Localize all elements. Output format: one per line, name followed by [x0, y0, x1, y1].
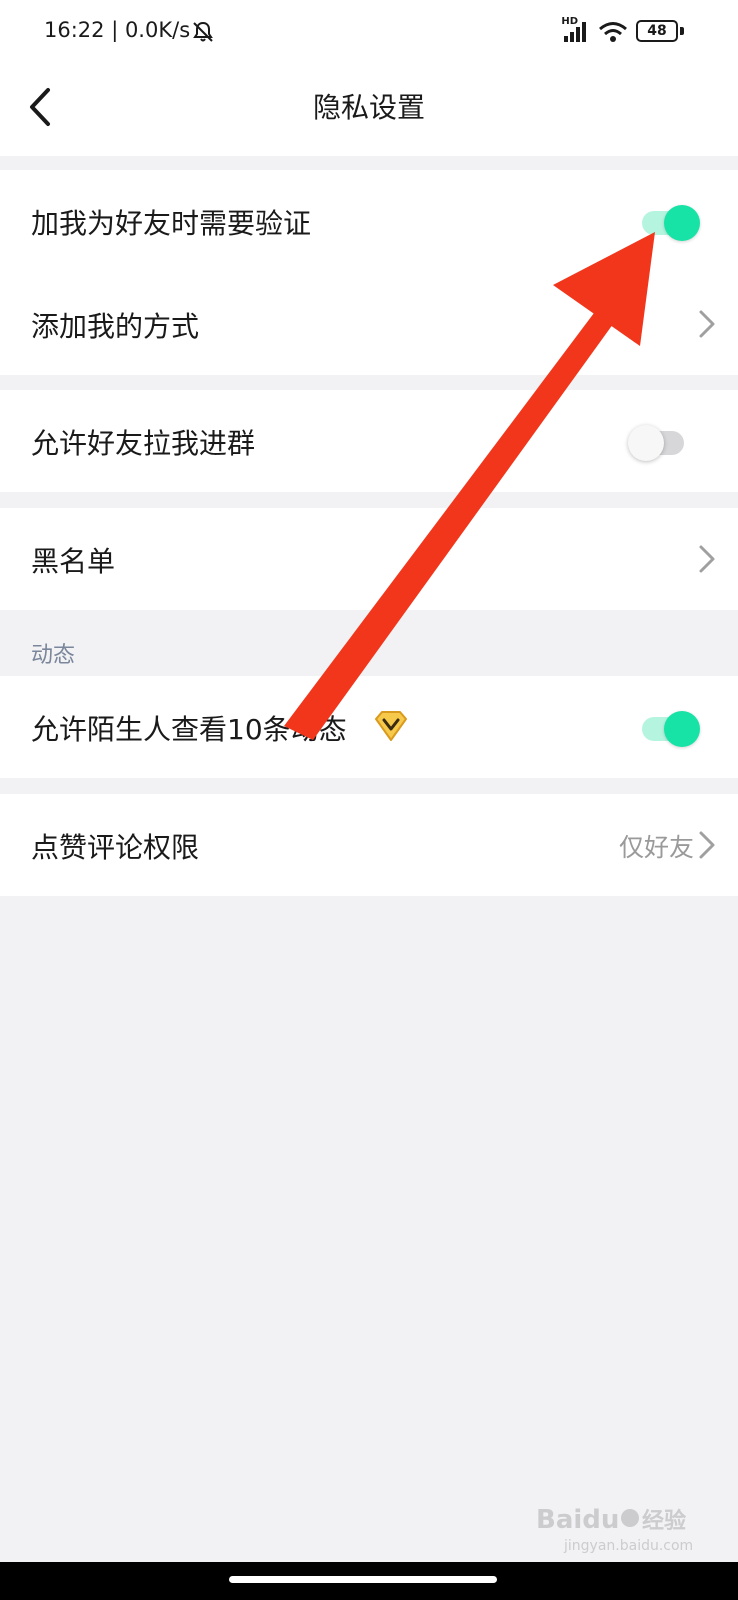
- toggle-knob: [664, 711, 700, 747]
- blacklist-label: 黑名单: [31, 545, 116, 578]
- status-time: 16:22 | 0.0K/s: [44, 18, 191, 42]
- nav-bar: 隐私设置: [0, 64, 738, 156]
- like-comment-label: 点赞评论权限: [31, 831, 200, 864]
- stranger-view-label: 允许陌生人查看10条动态: [31, 713, 347, 746]
- blacklist-row[interactable]: 黑名单: [0, 508, 738, 610]
- bell-muted-icon: [193, 21, 213, 42]
- add-me-methods-row[interactable]: 添加我的方式: [0, 273, 738, 375]
- battery-level: 48: [647, 23, 667, 39]
- allow-group-invite-label: 允许好友拉我进群: [31, 427, 256, 460]
- moments-section-header: 动态: [31, 643, 76, 668]
- add-me-methods-label: 添加我的方式: [31, 310, 200, 343]
- svg-text:Baidu: Baidu: [536, 1505, 619, 1535]
- vip-badge-icon: [375, 711, 407, 741]
- blacklist-group: 黑名单: [0, 508, 738, 610]
- chevron-right-icon: [699, 831, 715, 859]
- friend-settings-group: 加我为好友时需要验证 添加我的方式: [0, 170, 738, 375]
- allow-group-invite-row: 允许好友拉我进群: [0, 390, 738, 492]
- wifi-icon: [599, 22, 627, 42]
- friend-verification-toggle[interactable]: [642, 202, 702, 241]
- like-comment-row[interactable]: 点赞评论权限 仅好友: [0, 794, 738, 896]
- stranger-view-toggle[interactable]: [642, 708, 702, 747]
- toggle-knob: [664, 205, 700, 241]
- svg-text:jingyan.baidu.com: jingyan.baidu.com: [563, 1538, 693, 1554]
- home-indicator[interactable]: [229, 1576, 497, 1583]
- moments-group: 允许陌生人查看10条动态: [0, 676, 738, 778]
- bottom-bar: [0, 1562, 738, 1600]
- group-invite-group: 允许好友拉我进群: [0, 390, 738, 492]
- friend-verification-row: 加我为好友时需要验证: [0, 170, 738, 272]
- signal-icon: [564, 22, 586, 42]
- battery-icon: 48: [636, 20, 678, 42]
- baidu-watermark-logo: Baidu 经验 jingyan.baidu.com: [536, 1505, 693, 1554]
- like-comment-value: 仅好友: [618, 833, 694, 862]
- friend-verification-label: 加我为好友时需要验证: [31, 207, 312, 240]
- svg-text:经验: 经验: [642, 1508, 686, 1534]
- chevron-right-icon: [699, 545, 715, 573]
- stranger-view-row: 允许陌生人查看10条动态: [0, 676, 738, 778]
- status-bar: 16:22 | 0.0K/s HD 48: [0, 0, 738, 64]
- allow-group-invite-toggle[interactable]: [628, 422, 690, 461]
- battery-tip: [680, 27, 684, 35]
- chevron-right-icon: [699, 310, 715, 338]
- like-comment-group: 点赞评论权限 仅好友: [0, 794, 738, 896]
- page-title: 隐私设置: [312, 91, 425, 124]
- toggle-knob: [628, 425, 664, 461]
